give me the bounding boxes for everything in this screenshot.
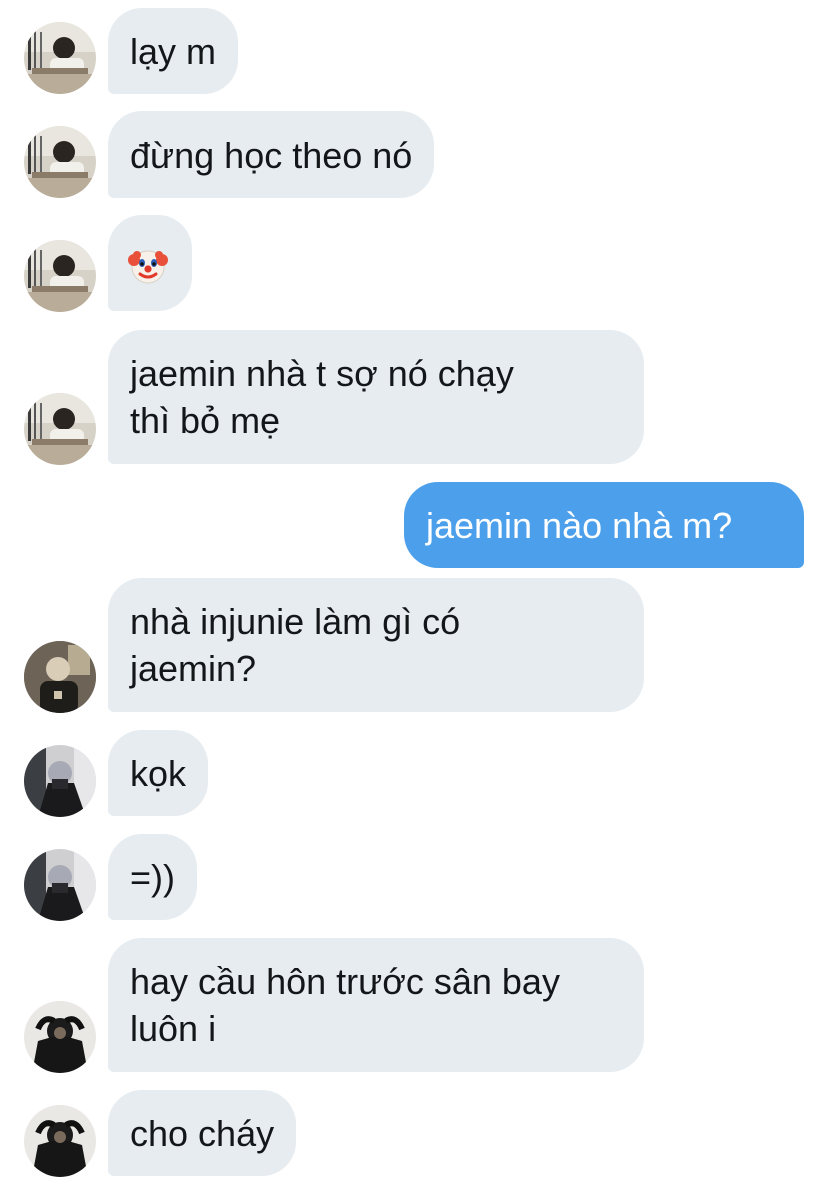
message-bubble-incoming[interactable]: kọk	[108, 730, 209, 816]
message-bubble-incoming[interactable]	[108, 215, 192, 311]
message-bubble-outgoing[interactable]: jaemin nào nhà m?	[404, 482, 804, 568]
sender-avatar[interactable]	[24, 1001, 96, 1073]
sender-avatar[interactable]	[24, 745, 96, 817]
message-bubble-incoming[interactable]: hay cầu hôn trước sân bay luôn i	[108, 938, 644, 1072]
message-text: đừng học theo nó	[130, 135, 413, 176]
message-text: kọk	[130, 753, 187, 794]
message-bubble-incoming[interactable]: cho cháy	[108, 1090, 297, 1176]
message-bubble-incoming[interactable]: lạy m	[108, 8, 239, 94]
message-text: lạy m	[130, 31, 217, 72]
message-bubble-incoming[interactable]: đừng học theo nó	[108, 111, 435, 198]
message-text-line: thì bỏ mẹ	[130, 400, 281, 441]
sender-avatar[interactable]	[24, 22, 96, 94]
message-text-line: nhà injunie làm gì có	[130, 601, 461, 642]
message-text: =))	[130, 857, 175, 898]
sender-avatar[interactable]	[24, 849, 96, 921]
message-text-line: luôn i	[130, 1008, 217, 1049]
message-text: cho cháy	[130, 1113, 275, 1154]
message-bubble-incoming[interactable]: jaemin nhà t sợ nó chạy thì bỏ mẹ	[108, 330, 644, 464]
sender-avatar[interactable]	[24, 393, 96, 465]
message-text-line: jaemin?	[130, 648, 257, 689]
sender-avatar[interactable]	[24, 1105, 96, 1177]
message-text-line: hay cầu hôn trước sân bay	[130, 961, 560, 1002]
message-bubble-incoming[interactable]: nhà injunie làm gì có jaemin?	[108, 578, 644, 712]
message-text-line: jaemin nhà t sợ nó chạy	[130, 353, 514, 394]
sender-avatar[interactable]	[24, 126, 96, 198]
sender-avatar[interactable]	[24, 240, 96, 312]
message-bubble-incoming[interactable]: =))	[108, 834, 197, 920]
clown-face-icon	[128, 246, 168, 286]
sender-avatar[interactable]	[24, 641, 96, 713]
message-text: jaemin nào nhà m?	[426, 505, 733, 546]
